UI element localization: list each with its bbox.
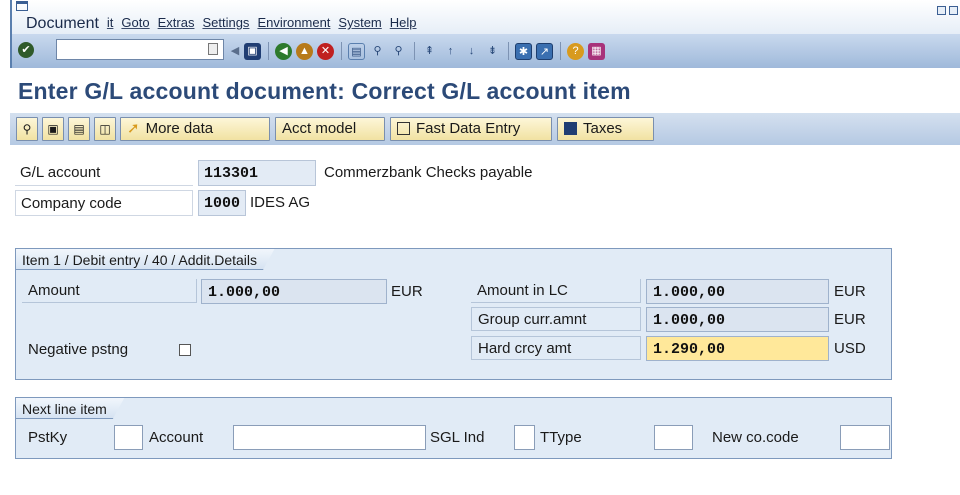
minimize-icon[interactable]	[937, 6, 946, 15]
gl-account-description: Commerzbank Checks payable	[324, 164, 533, 181]
company-code-description: IDES AG	[250, 194, 311, 211]
taxes-button[interactable]: Taxes	[557, 117, 654, 141]
sap-window: Document it Goto Extras Settings Environ…	[0, 0, 960, 495]
posting-key-label: PstKy	[28, 429, 68, 446]
new-company-code-input[interactable]	[840, 425, 890, 450]
form-icon	[397, 122, 410, 135]
account-input[interactable]	[233, 425, 426, 450]
menu-system[interactable]: System	[338, 15, 381, 33]
amount-currency: EUR	[391, 283, 423, 300]
window-controls	[937, 6, 958, 15]
sgl-indicator-label: SGL Ind	[430, 429, 485, 446]
display-icon[interactable]: ⚲	[16, 117, 38, 141]
back-icon[interactable]: ◀	[275, 42, 292, 60]
amount-in-lc-label: Amount in LC	[471, 279, 641, 303]
item-details-title: Item 1 / Debit entry / 40 / Addit.Detail…	[15, 248, 275, 270]
menu-document[interactable]: Document	[26, 15, 99, 33]
group-curr-label: Group curr.amnt	[471, 307, 641, 331]
gl-account-field[interactable]: 113301	[198, 160, 316, 186]
save-icon[interactable]: ▣	[244, 42, 261, 60]
fast-data-entry-button[interactable]: Fast Data Entry	[390, 117, 552, 141]
last-page-icon[interactable]: ⇟	[484, 43, 501, 60]
company-code-field[interactable]: 1000	[198, 190, 246, 216]
create-session-icon[interactable]: ✱	[515, 42, 532, 60]
transaction-type-input[interactable]	[654, 425, 693, 450]
menu-goto[interactable]: Goto	[121, 15, 149, 33]
toolbar-icons: ◀ ▣ ◀ ▲ ✕ ▤ ⚲ ⚲ ⇞ ↑ ↓ ⇟ ✱ ↗ ? ▦	[230, 42, 609, 60]
amount-label: Amount	[22, 279, 197, 303]
page-title: Enter G/L account document: Correct G/L …	[18, 78, 631, 104]
park-icon[interactable]: ▣	[42, 117, 64, 141]
transaction-type-label: TType	[540, 429, 582, 446]
acct-model-button[interactable]: Acct model	[275, 117, 385, 141]
command-field[interactable]	[56, 39, 224, 60]
menu-list: Document it Goto Extras Settings Environ…	[26, 15, 425, 33]
next-page-icon[interactable]: ↓	[463, 43, 480, 60]
next-line-item-group: Next line item PstKy Account SGL Ind TTy…	[15, 397, 892, 459]
gl-account-label: G/L account	[15, 160, 193, 186]
group-curr-currency: EUR	[834, 311, 866, 328]
negative-posting-checkbox[interactable]	[179, 344, 191, 356]
info-icon	[564, 122, 577, 135]
cancel-icon[interactable]: ✕	[317, 42, 334, 60]
expand-icon[interactable]: ◀	[230, 43, 240, 60]
account-label: Account	[149, 429, 204, 446]
company-code-label: Company code	[15, 190, 193, 216]
more-data-button[interactable]: ➚ More data	[120, 117, 270, 141]
next-line-item-title: Next line item	[15, 397, 125, 419]
menu-bar: Document it Goto Extras Settings Environ…	[10, 0, 960, 34]
maximize-icon[interactable]	[949, 6, 958, 15]
item-details-group: Item 1 / Debit entry / 40 / Addit.Detail…	[15, 248, 892, 380]
standard-toolbar: ✔ ◀ ▣ ◀ ▲ ✕ ▤ ⚲ ⚲ ⇞ ↑ ↓ ⇟ ✱ ↗ ? ▦	[10, 34, 960, 68]
posting-key-input[interactable]	[114, 425, 143, 450]
find-next-icon[interactable]: ⚲	[390, 43, 407, 60]
print-icon[interactable]: ▤	[348, 42, 365, 60]
command-history-icon[interactable]	[208, 43, 218, 55]
layout-icon[interactable]: ▦	[588, 42, 605, 60]
menu-help[interactable]: Help	[390, 15, 417, 33]
first-page-icon[interactable]: ⇞	[421, 43, 438, 60]
exit-icon[interactable]: ▲	[296, 42, 313, 60]
menu-extras[interactable]: Extras	[158, 15, 195, 33]
shortcut-icon[interactable]: ↗	[536, 42, 553, 60]
help-icon[interactable]: ?	[567, 42, 584, 60]
hard-crcy-field[interactable]: 1.290,00	[646, 336, 829, 361]
application-toolbar: ⚲ ▣ ▤ ◫ ➚ More data Acct model Fast Data …	[10, 113, 960, 145]
negative-posting-label: Negative pstng	[28, 341, 129, 358]
menu-environment[interactable]: Environment	[257, 15, 330, 33]
find-icon[interactable]: ⚲	[369, 43, 386, 60]
sgl-indicator-input[interactable]	[514, 425, 535, 450]
save-document-icon[interactable]: ▤	[68, 117, 90, 141]
enter-icon[interactable]: ✔	[18, 42, 34, 58]
new-company-code-label: New co.code	[712, 429, 799, 446]
system-menu-icon[interactable]	[16, 1, 28, 11]
hard-crcy-currency: USD	[834, 340, 866, 357]
amount-in-lc-field[interactable]: 1.000,00	[646, 279, 829, 304]
menu-settings[interactable]: Settings	[202, 15, 249, 33]
menu-edit[interactable]: it	[107, 15, 114, 33]
arrow-icon: ➚	[127, 120, 140, 137]
hard-crcy-label: Hard crcy amt	[471, 336, 641, 360]
copy-icon[interactable]: ◫	[94, 117, 116, 141]
group-curr-field[interactable]: 1.000,00	[646, 307, 829, 332]
previous-page-icon[interactable]: ↑	[442, 43, 459, 60]
amount-field[interactable]: 1.000,00	[201, 279, 387, 304]
amount-in-lc-currency: EUR	[834, 283, 866, 300]
